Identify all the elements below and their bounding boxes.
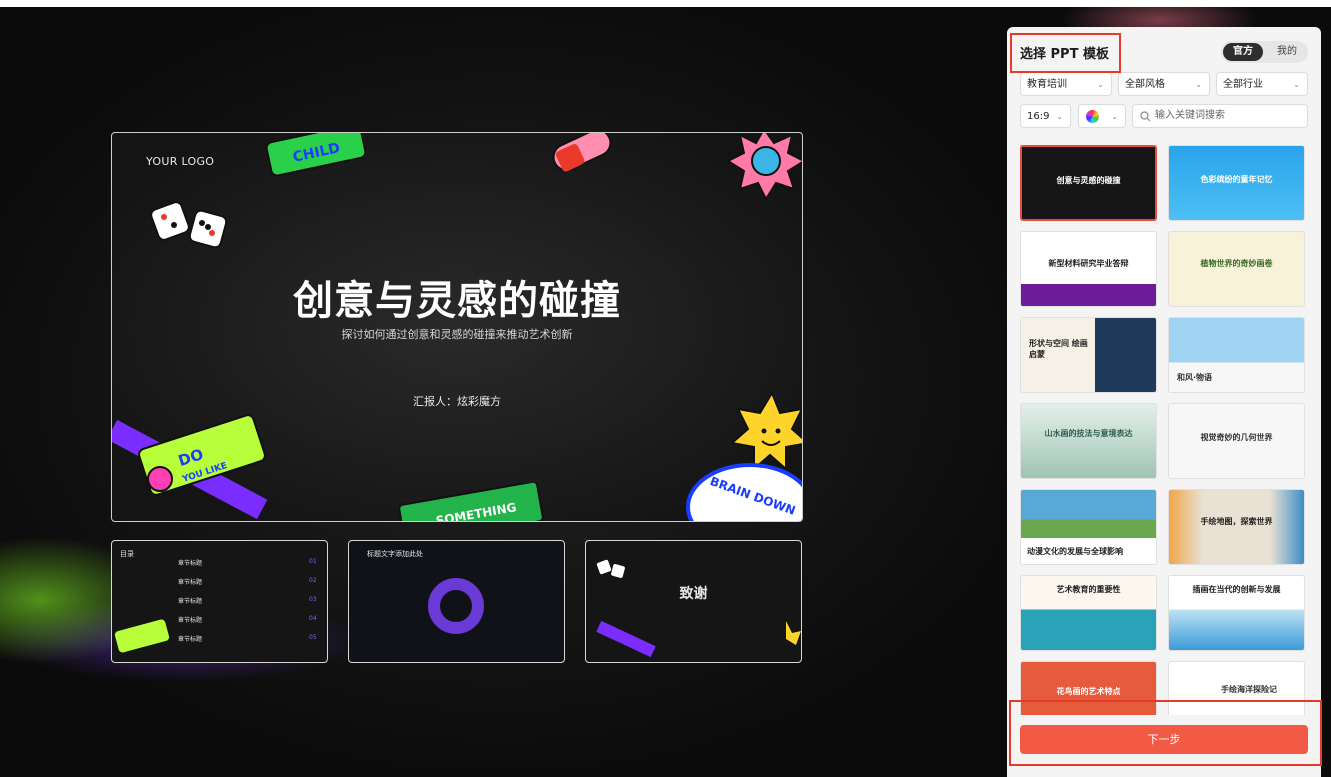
thanks-stickers [596,559,801,658]
style-select-value: 全部风格 [1125,79,1165,90]
template-card[interactable]: 创意与灵感的碰撞 [1020,145,1157,221]
template-title: 插画在当代的创新与发展 [1192,585,1281,594]
ratio-select-value: 16:9 [1027,111,1050,122]
chevron-down-icon: ⌄ [1097,80,1104,89]
tab-mine[interactable]: 我的 [1267,43,1307,61]
template-card[interactable]: 视觉奇妙的几何世界 [1168,403,1305,479]
top-edge-bar [0,0,1331,7]
template-title: 艺术教育的重要性 [1056,585,1121,594]
toc-number: 05 [309,634,317,641]
template-title: 和风·物语 [1177,373,1213,382]
toc-item: 章节标题 [178,598,203,605]
toc-heading: 目录 [120,550,134,558]
do-something-sticker: DO YOU LIKE [112,414,268,520]
chevron-down-icon: ⌄ [1056,112,1063,121]
slide-title: 创意与灵感的碰撞 [293,278,621,324]
toc-number: 03 [309,596,317,603]
template-card[interactable]: 形状与空间 绘画启蒙 [1020,317,1157,393]
template-card[interactable]: 手绘地图，探索世界 [1168,489,1305,565]
template-card[interactable]: 植物世界的奇妙画卷 [1168,231,1305,307]
template-card[interactable]: 动漫文化的发展与全球影响 [1020,489,1157,565]
brain-down-sticker: BRAIN DOWN [686,463,802,521]
template-title: 创意与灵感的碰撞 [1056,176,1121,185]
template-title: 花鸟画的艺术特点 [1056,687,1121,696]
toc-item: 章节标题 [178,560,203,567]
toc-number: 02 [309,577,317,584]
toc-number: 04 [309,615,317,622]
category-select[interactable]: 教育培训 ⌄ [1020,72,1112,96]
template-card[interactable]: 色彩缤纷的童年记忆 [1168,145,1305,221]
toc-number: 01 [309,558,317,565]
industry-select[interactable]: 全部行业 ⌄ [1216,72,1308,96]
template-title: 视觉奇妙的几何世界 [1200,433,1273,442]
template-title: 山水画的技法与意境表达 [1044,429,1133,438]
template-title: 形状与空间 绘画启蒙 [1029,339,1088,359]
highlight-box-next [1009,700,1322,766]
dice-sticker [150,201,228,249]
slide-thumbnail-toc[interactable]: 目录 章节标题 章节标题 章节标题 章节标题 章节标题 01 02 03 04 … [111,540,328,663]
slide-thumbnail-thanks[interactable]: 致谢 [585,540,802,663]
template-title: 植物世界的奇妙画卷 [1200,259,1273,268]
color-wheel-icon [1086,110,1099,123]
template-card[interactable]: 和风·物语 [1168,317,1305,393]
toc-item: 章节标题 [178,617,203,624]
something-sticker: SOMETHING [398,483,544,521]
template-title: 手绘海洋探险记 [1221,685,1277,694]
search-placeholder: 输入关键词搜索 [1155,110,1225,121]
slide-reporter: 汇报人：炫彩魔方 [413,395,501,408]
template-panel: 选择 PPT 模板 官方 我的 教育培训 ⌄ 全部风格 ⌄ 全部行业 ⌄ 16:… [1007,27,1321,777]
template-card[interactable]: 艺术教育的重要性 [1020,575,1157,651]
slide-logo-text: YOUR LOGO [146,155,215,168]
source-toggle: 官方 我的 [1221,41,1308,63]
ring-chart-graphic [428,578,484,634]
template-title: 色彩缤纷的童年记忆 [1200,175,1273,184]
style-select[interactable]: 全部风格 ⌄ [1118,72,1210,96]
highlight-box-title [1010,33,1121,73]
main-slide-preview: YOUR LOGO CHILD DO YOU LIKE SOMETHING BR… [111,132,803,522]
green-label-sticker: CHILD [265,133,367,177]
category-select-value: 教育培训 [1027,79,1067,90]
template-grid: 创意与灵感的碰撞 色彩缤纷的童年记忆 新型材料研究毕业答辩 植物世界的奇妙画卷 … [1020,145,1310,715]
template-card[interactable]: 插画在当代的创新与发展 [1168,575,1305,651]
bandage-sticker [552,133,612,172]
slide-thumbnail-content[interactable]: 标题文字添加此处 [348,540,565,663]
chevron-down-icon: ⌄ [1111,112,1118,121]
tab-official[interactable]: 官方 [1223,43,1263,61]
color-select[interactable]: ⌄ [1078,104,1126,128]
chevron-down-icon: ⌄ [1293,80,1300,89]
template-card[interactable]: 新型材料研究毕业答辩 [1020,231,1157,307]
chevron-down-icon: ⌄ [1195,80,1202,89]
template-title: 动漫文化的发展与全球影响 [1027,547,1123,556]
industry-select-value: 全部行业 [1223,79,1263,90]
template-title: 手绘地图，探索世界 [1200,517,1273,526]
template-card[interactable]: 山水画的技法与意境表达 [1020,403,1157,479]
toc-item: 章节标题 [178,636,203,643]
ratio-select[interactable]: 16:9 ⌄ [1020,104,1071,128]
slide-subtitle: 探讨如何通过创意和灵感的碰撞来推动艺术创新 [341,328,573,341]
earth-day-sticker [725,133,802,202]
content-heading: 标题文字添加此处 [367,550,423,558]
search-input[interactable]: 输入关键词搜索 [1132,104,1308,128]
toc-sticker [114,619,170,653]
toc-item: 章节标题 [178,579,203,586]
template-title: 新型材料研究毕业答辩 [1048,259,1129,268]
search-icon [1140,111,1151,122]
